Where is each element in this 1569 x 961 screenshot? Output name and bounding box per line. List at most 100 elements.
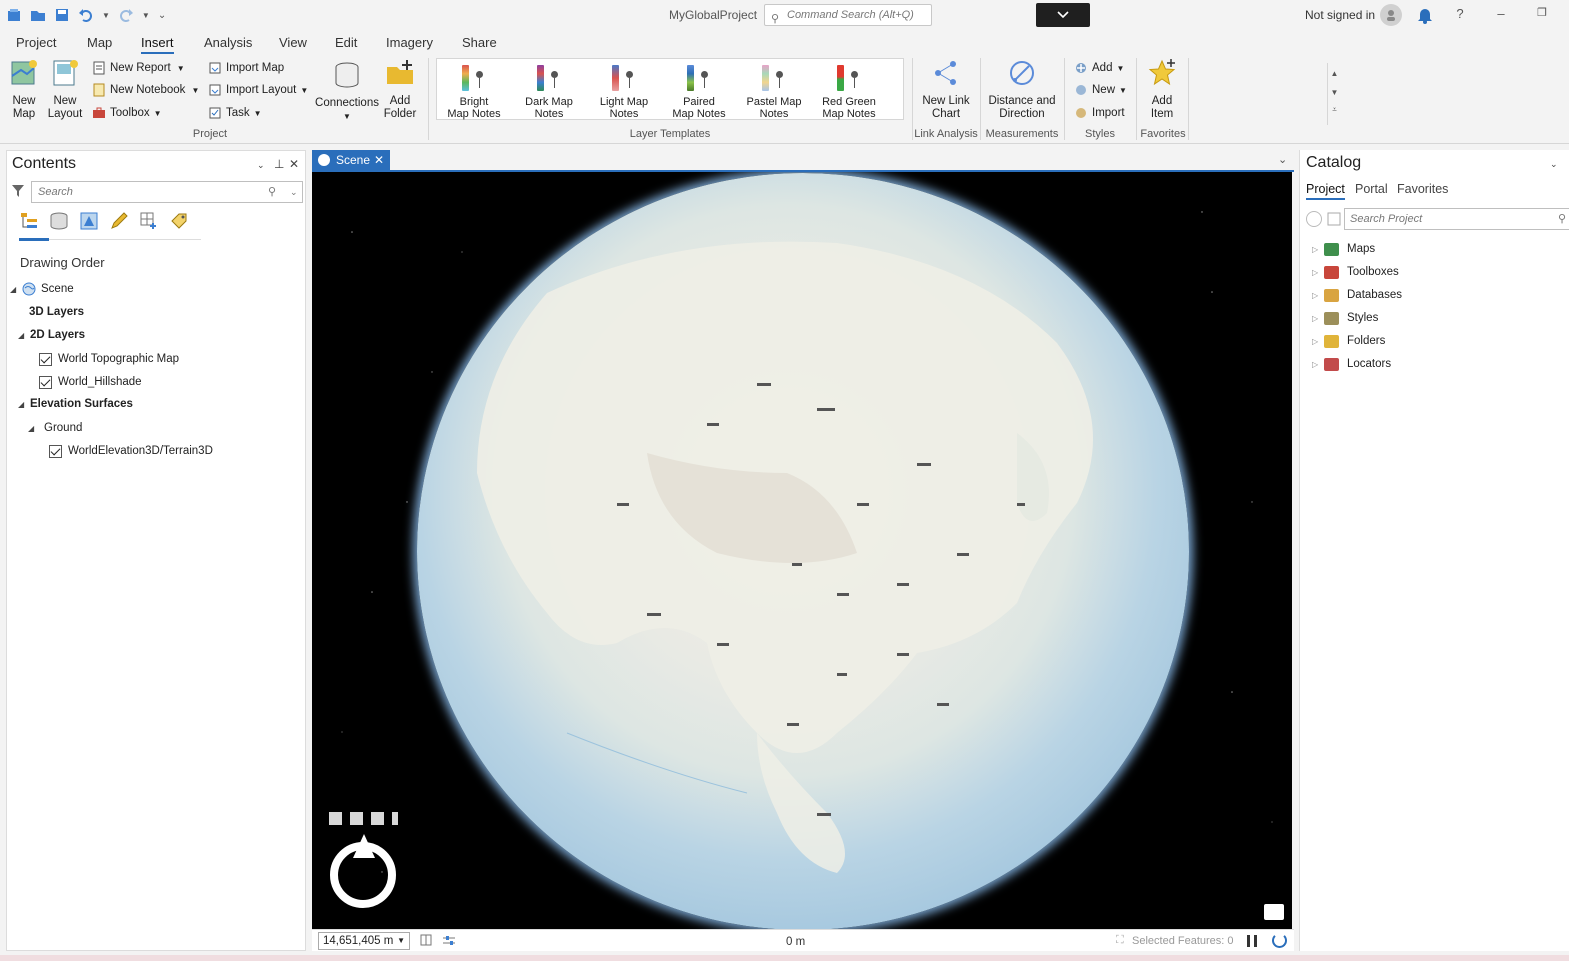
- grid-snap-icon[interactable]: [420, 934, 434, 947]
- distance-direction-button[interactable]: Distance and Direction: [986, 58, 1058, 121]
- expand-icon[interactable]: ▷: [1312, 360, 1320, 369]
- catalog-tab-project[interactable]: Project: [1306, 182, 1345, 200]
- refresh-icon[interactable]: [1272, 933, 1287, 948]
- avatar[interactable]: [1380, 4, 1402, 26]
- layer-visibility-checkbox[interactable]: [49, 444, 62, 458]
- bright-map-notes-button[interactable]: Bright Map Notes: [438, 63, 510, 120]
- pane-options-icon[interactable]: ⌄: [1550, 159, 1558, 170]
- catalog-item-databases[interactable]: ▷ Databases: [1312, 287, 1402, 303]
- tree-item-terrain[interactable]: WorldElevation3D/Terrain3D: [49, 443, 213, 459]
- tab-imagery[interactable]: Imagery: [386, 35, 433, 50]
- tree-item-world-topographic-map[interactable]: World Topographic Map: [39, 351, 179, 367]
- new-report-button[interactable]: New Report ▼: [92, 59, 185, 77]
- catalog-tab-favorites[interactable]: Favorites: [1397, 182, 1448, 196]
- navigator-options-icon[interactable]: [392, 812, 398, 825]
- filter-icon[interactable]: [11, 184, 25, 198]
- pause-drawing-icon[interactable]: [1247, 935, 1257, 947]
- search-icon[interactable]: ⚲: [268, 182, 276, 202]
- map-tips-icon[interactable]: [1264, 904, 1284, 920]
- close-icon[interactable]: ✕: [374, 150, 384, 170]
- catalog-view-icon[interactable]: [1327, 212, 1341, 226]
- tab-insert[interactable]: Insert: [141, 35, 174, 54]
- globe[interactable]: [417, 173, 1189, 929]
- gallery-down-icon[interactable]: ▼: [1328, 88, 1341, 97]
- north-arrow-icon[interactable]: [353, 834, 375, 858]
- add-item-button[interactable]: Add Item: [1142, 58, 1182, 121]
- task-button[interactable]: Task ▼: [208, 104, 262, 122]
- redo-icon[interactable]: [118, 7, 134, 23]
- gallery-expand-icon[interactable]: ⩡: [1328, 105, 1341, 115]
- list-by-source-icon[interactable]: [49, 211, 69, 231]
- catalog-item-styles[interactable]: ▷ Styles: [1312, 310, 1378, 326]
- paired-map-notes-button[interactable]: Paired Map Notes: [663, 63, 735, 120]
- collapse-icon[interactable]: ◢: [18, 331, 26, 340]
- pedestrian-icon[interactable]: [371, 812, 384, 825]
- gallery-up-icon[interactable]: ▲: [1328, 69, 1341, 78]
- pastel-map-notes-button[interactable]: Pastel Map Notes: [738, 63, 810, 120]
- chevron-down-icon[interactable]: ▼: [397, 933, 405, 949]
- minimize-button[interactable]: –: [1492, 6, 1510, 24]
- catalog-item-folders[interactable]: ▷ Folders: [1312, 333, 1385, 349]
- command-search-input[interactable]: ⚲ Command Search (Alt+Q): [764, 4, 932, 26]
- import-map-button[interactable]: Import Map: [208, 59, 284, 77]
- selected-features-count[interactable]: Selected Features: 0: [1132, 935, 1234, 947]
- import-layout-button[interactable]: Import Layout ▼: [208, 81, 308, 99]
- catalog-search-input[interactable]: Search Project ⚲: [1344, 208, 1569, 230]
- new-notebook-button[interactable]: New Notebook ▼: [92, 81, 199, 99]
- open-project-icon[interactable]: [30, 7, 46, 23]
- notification-bell-icon[interactable]: [1417, 6, 1433, 24]
- new-project-icon[interactable]: [6, 7, 22, 23]
- list-by-drawing-order-icon[interactable]: [19, 211, 39, 231]
- undo-dropdown-icon[interactable]: ▼: [102, 11, 110, 20]
- expand-icon[interactable]: ▷: [1312, 268, 1320, 277]
- navigator-up-icon[interactable]: [329, 812, 342, 825]
- help-button[interactable]: ?: [1451, 6, 1469, 24]
- tab-scene[interactable]: Scene ✕: [312, 150, 390, 170]
- light-map-notes-button[interactable]: Light Map Notes: [588, 63, 660, 120]
- toolbox-button[interactable]: Toolbox ▼: [92, 104, 162, 122]
- tree-item-scene[interactable]: ◢ Scene: [10, 281, 74, 297]
- pin-icon[interactable]: ⊥: [274, 157, 284, 171]
- tree-item-elevation-surfaces[interactable]: ◢ Elevation Surfaces: [18, 396, 133, 412]
- layer-visibility-checkbox[interactable]: [39, 352, 52, 366]
- add-folder-button[interactable]: Add Folder: [382, 58, 418, 121]
- undo-icon[interactable]: [78, 7, 94, 23]
- search-options-icon[interactable]: ⌄: [290, 182, 298, 202]
- sign-in-status[interactable]: Not signed in: [1305, 8, 1375, 22]
- list-by-selection-icon[interactable]: [79, 211, 99, 231]
- ribbon-toggle-button[interactable]: [1036, 3, 1090, 27]
- close-icon[interactable]: ✕: [289, 157, 299, 171]
- style-add-button[interactable]: Add ▼: [1074, 59, 1124, 77]
- full-extent-icon[interactable]: [350, 812, 363, 825]
- list-by-editing-icon[interactable]: [109, 211, 129, 231]
- red-green-map-notes-button[interactable]: Red Green Map Notes: [813, 63, 885, 120]
- tree-item-world-hillshade[interactable]: World_Hillshade: [39, 374, 142, 390]
- new-map-button[interactable]: New Map: [6, 58, 42, 121]
- tab-project[interactable]: Project: [16, 35, 56, 50]
- new-layout-button[interactable]: New Layout: [45, 58, 85, 121]
- layer-visibility-checkbox[interactable]: [39, 375, 52, 389]
- pane-options-icon[interactable]: ⌄: [257, 160, 265, 171]
- view-list-chevron-icon[interactable]: ⌄: [1278, 153, 1287, 166]
- list-by-labeling-icon[interactable]: [169, 211, 189, 231]
- redo-dropdown-icon[interactable]: ▼: [142, 11, 150, 20]
- save-project-icon[interactable]: [54, 7, 70, 23]
- dark-map-notes-button[interactable]: Dark Map Notes: [513, 63, 585, 120]
- new-link-chart-button[interactable]: New Link Chart: [918, 58, 974, 121]
- style-import-button[interactable]: Import: [1074, 104, 1125, 122]
- catalog-item-toolboxes[interactable]: ▷ Toolboxes: [1312, 264, 1399, 280]
- tab-share[interactable]: Share: [462, 35, 497, 50]
- expand-icon[interactable]: ▷: [1312, 337, 1320, 346]
- scene-view[interactable]: [312, 172, 1292, 929]
- expand-icon[interactable]: ▷: [1312, 291, 1320, 300]
- tab-view[interactable]: View: [279, 35, 307, 50]
- expand-icon[interactable]: ▷: [1312, 314, 1320, 323]
- restore-button[interactable]: ❐: [1533, 6, 1551, 24]
- customize-toolbar-icon[interactable]: ⌄: [158, 10, 166, 21]
- list-by-snapping-icon[interactable]: [139, 211, 159, 231]
- gallery-scroll[interactable]: ▲ ▼ ⩡: [1327, 63, 1341, 125]
- tree-item-3d-layers[interactable]: 3D Layers: [29, 304, 84, 320]
- tab-edit[interactable]: Edit: [335, 35, 357, 50]
- contents-search-input[interactable]: Search ⚲ ⌄: [31, 181, 303, 203]
- catalog-item-maps[interactable]: ▷ Maps: [1312, 241, 1375, 257]
